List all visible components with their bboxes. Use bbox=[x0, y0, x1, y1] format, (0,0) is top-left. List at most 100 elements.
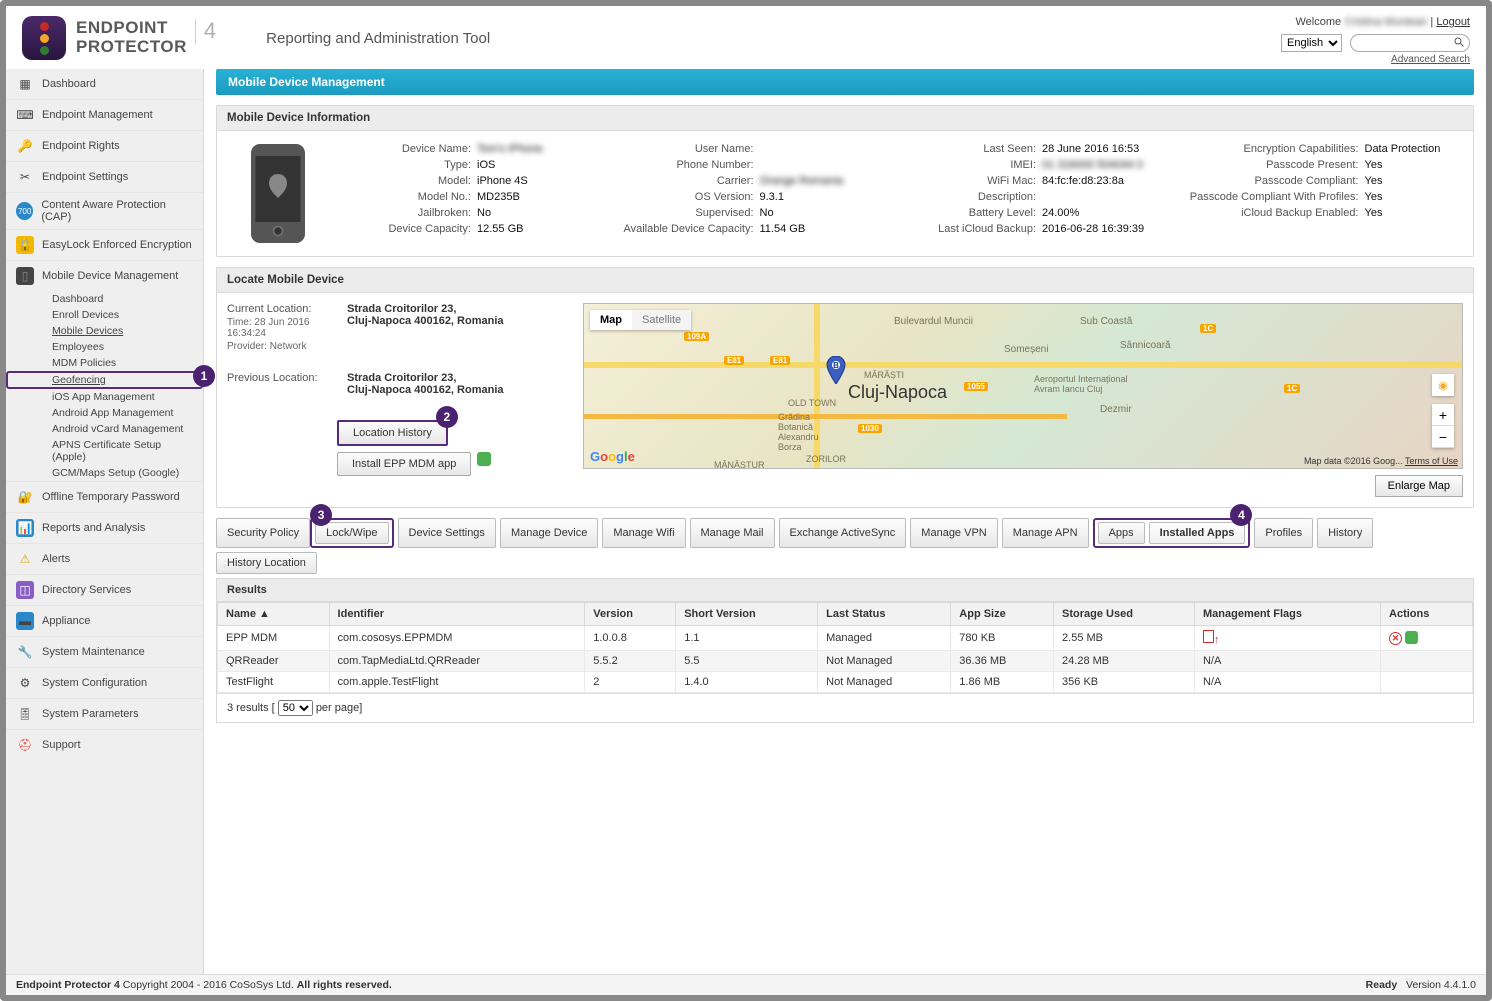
val-os: 9.3.1 bbox=[760, 191, 784, 203]
table-row[interactable]: QRReadercom.TapMediaLtd.QRReader 5.5.25.… bbox=[218, 651, 1473, 672]
logout-link[interactable]: Logout bbox=[1436, 16, 1470, 28]
step-badge-1: 1 bbox=[193, 365, 215, 387]
nav-mdm-apns[interactable]: APNS Certificate Setup (Apple) bbox=[6, 437, 203, 465]
device-tabs: Security Policy Lock/Wipe 3 Device Setti… bbox=[216, 518, 1474, 574]
val-battery: 24.00% bbox=[1042, 207, 1079, 219]
nav-mdm-enroll[interactable]: Enroll Devices bbox=[6, 307, 203, 323]
map-zoom-in-button[interactable]: + bbox=[1432, 404, 1454, 426]
enlarge-map-button[interactable]: Enlarge Map bbox=[1375, 475, 1463, 497]
keyboard-icon: ⌨ bbox=[16, 106, 34, 124]
page-title: Mobile Device Management bbox=[216, 69, 1474, 95]
tab-history[interactable]: History bbox=[1317, 518, 1373, 548]
tab-security-policy[interactable]: Security Policy bbox=[216, 518, 310, 548]
tab-exchange[interactable]: Exchange ActiveSync bbox=[779, 518, 907, 548]
nav-mdm-ios-app[interactable]: iOS App Management bbox=[6, 389, 203, 405]
nav-mdm[interactable]: ▯Mobile Device Management bbox=[6, 260, 203, 291]
table-row[interactable]: EPP MDMcom.cososys.EPPMDM 1.0.0.81.1 Man… bbox=[218, 626, 1473, 651]
nav-sys-config[interactable]: ⚙System Configuration bbox=[6, 667, 203, 698]
tab-manage-wifi[interactable]: Manage Wifi bbox=[602, 518, 685, 548]
val-pc-profiles: Yes bbox=[1365, 191, 1383, 203]
search-input[interactable] bbox=[1350, 34, 1470, 52]
nav-mdm-gcm[interactable]: GCM/Maps Setup (Google) bbox=[6, 465, 203, 481]
tab-history-location[interactable]: History Location bbox=[216, 552, 317, 574]
val-supervised: No bbox=[760, 207, 774, 219]
col-short-version[interactable]: Short Version bbox=[676, 603, 818, 626]
val-model-no: MD235B bbox=[477, 191, 520, 203]
language-select[interactable]: English bbox=[1281, 34, 1342, 52]
nav-directory[interactable]: ◫Directory Services bbox=[6, 574, 203, 605]
tab-apps[interactable]: Apps bbox=[1098, 522, 1145, 544]
nav-appliance[interactable]: ▬Appliance bbox=[6, 605, 203, 636]
nav-easylock[interactable]: 🔒EasyLock Enforced Encryption bbox=[6, 229, 203, 260]
map-tab-satellite[interactable]: Satellite bbox=[632, 310, 691, 330]
nav-mdm-employees[interactable]: Employees bbox=[6, 339, 203, 355]
brand-title-1: ENDPOINT bbox=[76, 19, 187, 38]
map-terms-link[interactable]: Terms of Use bbox=[1405, 456, 1458, 466]
nav-mdm-android-vcard[interactable]: Android vCard Management bbox=[6, 421, 203, 437]
nav-mdm-mobile-devices[interactable]: Mobile Devices bbox=[6, 323, 203, 339]
nav-reports[interactable]: 📊Reports and Analysis bbox=[6, 512, 203, 543]
map-zoom-out-button[interactable]: − bbox=[1432, 426, 1454, 448]
table-row[interactable]: TestFlightcom.apple.TestFlight 21.4.0 No… bbox=[218, 672, 1473, 693]
tab-manage-apn[interactable]: Manage APN bbox=[1002, 518, 1089, 548]
advanced-search-link[interactable]: Advanced Search bbox=[1281, 54, 1470, 65]
nav-mdm-geofencing[interactable]: Geofencing1 bbox=[6, 371, 203, 389]
nav-sys-params[interactable]: 🎚System Parameters bbox=[6, 698, 203, 729]
appliance-icon: ▬ bbox=[16, 612, 34, 630]
svg-text:B: B bbox=[833, 361, 839, 370]
map-tab-map[interactable]: Map bbox=[590, 310, 632, 330]
location-history-button[interactable]: Location History 2 bbox=[337, 420, 448, 446]
col-version[interactable]: Version bbox=[585, 603, 676, 626]
val-pc-compliant: Yes bbox=[1365, 175, 1383, 187]
shield-icon: 700 bbox=[16, 202, 33, 220]
col-last-status[interactable]: Last Status bbox=[818, 603, 951, 626]
search-icon[interactable] bbox=[1453, 36, 1465, 51]
tab-lock-wipe[interactable]: Lock/Wipe bbox=[315, 522, 388, 544]
val-carrier: Orange Romania bbox=[760, 175, 844, 187]
tab-manage-vpn[interactable]: Manage VPN bbox=[910, 518, 997, 548]
nav-mdm-android-app[interactable]: Android App Management bbox=[6, 405, 203, 421]
col-name[interactable]: Name ▲ bbox=[218, 603, 330, 626]
map-attribution: Map data ©2016 Goog... Terms of Use bbox=[1304, 456, 1458, 466]
tab-manage-device[interactable]: Manage Device bbox=[500, 518, 598, 548]
nav-endpoint-rights[interactable]: 🔑Endpoint Rights bbox=[6, 130, 203, 161]
map[interactable]: 109A E81 E81 1055 1030 1C 1C Bulevardul … bbox=[583, 303, 1463, 469]
val-jailbroken: No bbox=[477, 207, 491, 219]
col-identifier[interactable]: Identifier bbox=[329, 603, 585, 626]
brand-title-2: PROTECTOR bbox=[76, 38, 187, 57]
nav-cap[interactable]: 700Content Aware Protection (CAP) bbox=[6, 192, 203, 229]
nav-sys-maint[interactable]: 🔧System Maintenance bbox=[6, 636, 203, 667]
val-last-seen: 28 June 2016 16:53 bbox=[1042, 143, 1139, 155]
tab-profiles[interactable]: Profiles bbox=[1254, 518, 1313, 548]
nav-mdm-dashboard[interactable]: Dashboard bbox=[6, 291, 203, 307]
nav-offline-pw[interactable]: 🔐Offline Temporary Password bbox=[6, 481, 203, 512]
map-pin-icon: B bbox=[826, 356, 846, 391]
page-size-select[interactable]: 50 bbox=[278, 700, 313, 716]
col-actions[interactable]: Actions bbox=[1381, 603, 1473, 626]
action-status-icon[interactable] bbox=[1405, 631, 1418, 644]
lifebuoy-icon: ⛑ bbox=[16, 736, 34, 754]
step-badge-3: 3 bbox=[310, 504, 332, 526]
nav-endpoint-mgmt[interactable]: ⌨Endpoint Management bbox=[6, 99, 203, 130]
key-icon: 🔑 bbox=[16, 137, 34, 155]
tab-manage-mail[interactable]: Manage Mail bbox=[690, 518, 775, 548]
nav-endpoint-settings[interactable]: ✂Endpoint Settings bbox=[6, 161, 203, 192]
tab-device-settings[interactable]: Device Settings bbox=[398, 518, 496, 548]
val-enc: Data Protection bbox=[1365, 143, 1441, 155]
col-mgmt-flags[interactable]: Management Flags bbox=[1194, 603, 1380, 626]
col-storage-used[interactable]: Storage Used bbox=[1054, 603, 1195, 626]
val-icloud-en: Yes bbox=[1365, 207, 1383, 219]
results-header: Results bbox=[217, 579, 1473, 602]
val-capacity: 12.55 GB bbox=[477, 223, 523, 235]
tab-installed-apps[interactable]: Installed Apps bbox=[1149, 522, 1246, 544]
nav-mdm-policies[interactable]: MDM Policies bbox=[6, 355, 203, 371]
nav-support[interactable]: ⛑Support bbox=[6, 729, 203, 760]
nav-alerts[interactable]: ⚠Alerts bbox=[6, 543, 203, 574]
welcome-line: Welcome Cristina Muntean | Logout bbox=[1281, 16, 1470, 28]
install-epp-mdm-button[interactable]: Install EPP MDM app bbox=[337, 452, 471, 476]
nav-dashboard[interactable]: ▦Dashboard bbox=[6, 69, 203, 99]
streetview-peg-icon[interactable]: ◉ bbox=[1432, 374, 1454, 396]
col-app-size[interactable]: App Size bbox=[951, 603, 1054, 626]
val-type: iOS bbox=[477, 159, 495, 171]
action-delete-icon[interactable]: ✕ bbox=[1389, 632, 1402, 645]
